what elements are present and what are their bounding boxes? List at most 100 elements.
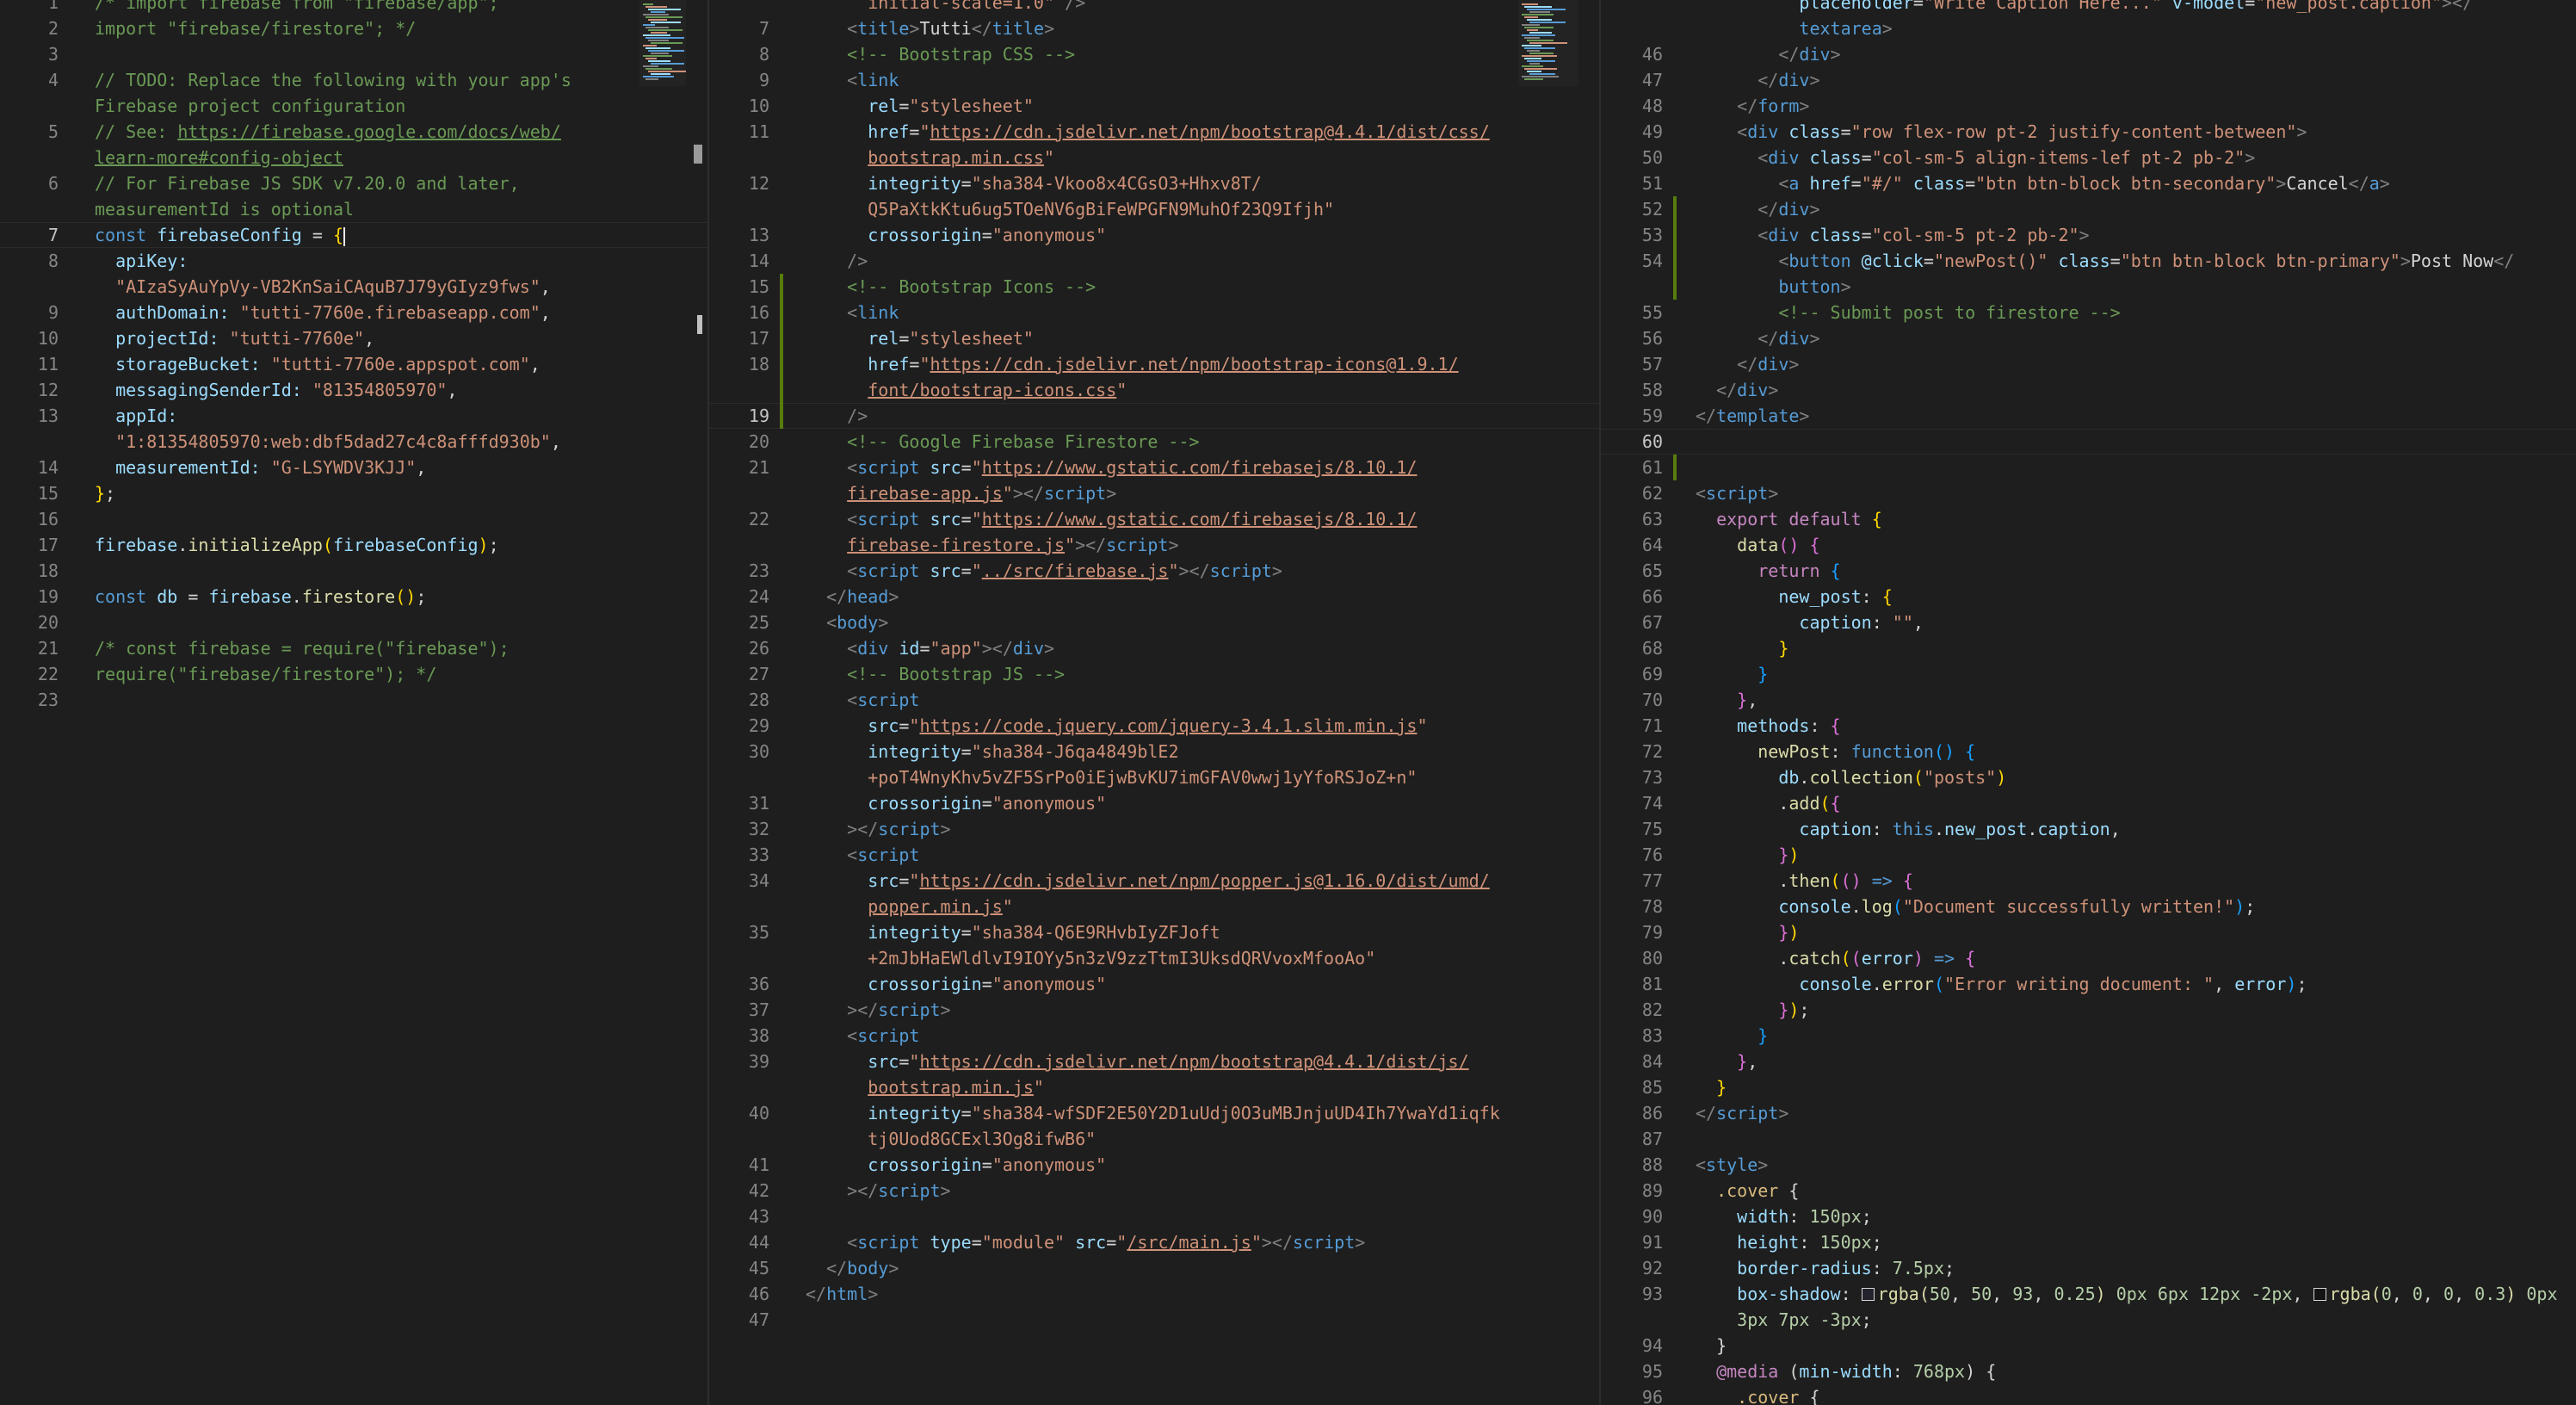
code-line[interactable]: 76 }) xyxy=(1601,842,2576,868)
code-line[interactable]: 45 </body> xyxy=(709,1255,1599,1281)
code-line[interactable]: 68 } xyxy=(1601,635,2576,661)
code-text[interactable]: measurementId: "G-LSYWDV3KJJ", xyxy=(95,455,426,480)
code-line[interactable]: 1 /* import firebase from "firebase/app"; xyxy=(0,0,707,15)
code-line[interactable]: measurementId is optional xyxy=(0,196,707,222)
code-text[interactable]: firebase-app.js"></script> xyxy=(806,480,1116,506)
code-line[interactable]: 10 rel="stylesheet" xyxy=(709,93,1599,119)
code-text[interactable]: font/bootstrap-icons.css" xyxy=(806,377,1127,403)
code-line[interactable]: 18 href="https://cdn.jsdelivr.net/npm/bo… xyxy=(709,351,1599,377)
code-text[interactable]: integrity="sha384-wfSDF2E50Y2D1uUdj0O3uM… xyxy=(806,1100,1500,1126)
code-text[interactable]: <!-- Bootstrap JS --> xyxy=(806,661,1065,687)
code-text[interactable]: href="https://cdn.jsdelivr.net/npm/boots… xyxy=(806,119,1490,145)
code-text[interactable]: @media (min-width: 768px) { xyxy=(1696,1359,1996,1384)
code-line[interactable]: 50 <div class="col-sm-5 align-items-lef … xyxy=(1601,145,2576,170)
code-line[interactable]: 12 integrity="sha384-Vkoo8x4CGsO3+Hhxv8T… xyxy=(709,170,1599,196)
code-line[interactable]: 58 </div> xyxy=(1601,377,2576,403)
code-line[interactable]: 84 }, xyxy=(1601,1049,2576,1074)
code-line[interactable]: 73 db.collection("posts") xyxy=(1601,764,2576,790)
code-text[interactable]: integrity="sha384-Q6E9RHvbIyZFJoft xyxy=(806,919,1220,945)
code-text[interactable]: height: 150px; xyxy=(1696,1229,1882,1255)
code-line[interactable]: 92 border-radius: 7.5px; xyxy=(1601,1255,2576,1281)
code-text[interactable]: const db = firebase.firestore(); xyxy=(95,584,426,610)
code-text[interactable]: initial-scale=1.0" /> xyxy=(806,0,1085,15)
code-line[interactable]: +poT4WnyKhv5vZF5SrPo0iEjwBvKU7imGFAV0wwj… xyxy=(709,764,1599,790)
code-line[interactable]: 47 </div> xyxy=(1601,67,2576,93)
code-text[interactable]: caption: this.new_post.caption, xyxy=(1696,816,2120,842)
code-text[interactable]: src="https://cdn.jsdelivr.net/npm/bootst… xyxy=(806,1049,1468,1074)
code-line[interactable]: 11 storageBucket: "tutti-7760e.appspot.c… xyxy=(0,351,707,377)
code-text[interactable]: "AIzaSyAuYpVy-VB2KnSaiCAquB7J79yGIyz9fws… xyxy=(95,274,551,300)
code-line[interactable]: 82 }); xyxy=(1601,997,2576,1023)
code-text[interactable]: </form> xyxy=(1696,93,1809,119)
code-line[interactable]: 29 src="https://code.jquery.com/jquery-3… xyxy=(709,713,1599,739)
code-text[interactable]: <link xyxy=(806,67,899,93)
code-line[interactable]: 46 </div> xyxy=(1601,41,2576,67)
code-text[interactable]: border-radius: 7.5px; xyxy=(1696,1255,1955,1281)
code-text[interactable]: <div class="col-sm-5 pt-2 pb-2"> xyxy=(1696,222,2089,248)
code-line[interactable]: 77 .then(() => { xyxy=(1601,868,2576,894)
editor-pane-firebase-js[interactable]: 1 /* import firebase from "firebase/app";… xyxy=(0,0,707,1405)
code-text[interactable]: <script src="https://www.gstatic.com/fir… xyxy=(806,455,1417,480)
code-text[interactable]: .cover { xyxy=(1696,1178,1799,1204)
code-text[interactable]: placeholder="Write Caption Here..." v-mo… xyxy=(1696,0,2473,15)
code-text[interactable]: <!-- Submit post to firestore --> xyxy=(1696,300,2120,325)
code-line[interactable]: learn-more#config-object xyxy=(0,145,707,170)
code-line[interactable]: 21 /* const firebase = require("firebase"… xyxy=(0,635,707,661)
color-swatch-icon[interactable] xyxy=(2313,1288,2326,1301)
code-line[interactable]: 43 xyxy=(709,1204,1599,1229)
code-text[interactable]: width: 150px; xyxy=(1696,1204,1872,1229)
code-line[interactable]: 81 console.error("Error writing document… xyxy=(1601,971,2576,997)
code-line[interactable]: 27 <!-- Bootstrap JS --> xyxy=(709,661,1599,687)
code-text[interactable]: learn-more#config-object xyxy=(95,145,343,170)
editor-pane-index-html[interactable]: initial-scale=1.0" /> 7 <title>Tutti</tit… xyxy=(709,0,1599,1405)
code-text[interactable]: /* const firebase = require("firebase"); xyxy=(95,635,510,661)
code-line[interactable]: "1:81354805970:web:dbf5dad27c4c8afffd930… xyxy=(0,429,707,455)
code-text[interactable]: <style> xyxy=(1696,1152,1768,1178)
code-line[interactable]: 59 </template> xyxy=(1601,403,2576,429)
code-text[interactable]: .catch((error) => { xyxy=(1696,945,1975,971)
code-text[interactable]: <title>Tutti</title> xyxy=(806,15,1054,41)
code-line[interactable]: 16 <link xyxy=(709,300,1599,325)
code-text[interactable]: ></script> xyxy=(806,816,950,842)
code-text[interactable]: } xyxy=(1696,1023,1768,1049)
code-text[interactable]: import "firebase/firestore"; */ xyxy=(95,15,416,41)
code-line[interactable]: 66 new_post: { xyxy=(1601,584,2576,610)
code-text[interactable]: popper.min.js" xyxy=(806,894,1013,919)
code-line[interactable]: 64 data() { xyxy=(1601,532,2576,558)
code-line[interactable]: 6 // For Firebase JS SDK v7.20.0 and late… xyxy=(0,170,707,196)
code-text[interactable]: authDomain: "tutti-7760e.firebaseapp.com… xyxy=(95,300,551,325)
code-text[interactable]: } xyxy=(1696,661,1768,687)
code-line[interactable]: 8 apiKey: xyxy=(0,248,707,274)
code-line[interactable]: 4 // TODO: Replace the following with you… xyxy=(0,67,707,93)
scrollbar-marker[interactable] xyxy=(694,145,702,164)
code-line[interactable]: 3 xyxy=(0,41,707,67)
code-line[interactable]: 17 firebase.initializeApp(firebaseConfig)… xyxy=(0,532,707,558)
code-line[interactable]: 51 <a href="#/" class="btn btn-block btn… xyxy=(1601,170,2576,196)
code-text[interactable]: newPost: function() { xyxy=(1696,739,1975,764)
code-text[interactable]: integrity="sha384-Vkoo8x4CGsO3+Hhxv8T/ xyxy=(806,170,1262,196)
code-text[interactable]: textarea> xyxy=(1696,15,1892,41)
code-line[interactable]: "AIzaSyAuYpVy-VB2KnSaiCAquB7J79yGIyz9fws… xyxy=(0,274,707,300)
code-line[interactable]: 31 crossorigin="anonymous" xyxy=(709,790,1599,816)
code-line[interactable]: 22 <script src="https://www.gstatic.com/… xyxy=(709,506,1599,532)
code-line[interactable]: 85 } xyxy=(1601,1074,2576,1100)
code-text[interactable]: // For Firebase JS SDK v7.20.0 and later… xyxy=(95,170,520,196)
code-text[interactable]: /> xyxy=(806,248,868,274)
code-text[interactable]: <link xyxy=(806,300,899,325)
code-text[interactable]: +poT4WnyKhv5vZF5SrPo0iEjwBvKU7imGFAV0wwj… xyxy=(806,764,1417,790)
code-line[interactable]: 40 integrity="sha384-wfSDF2E50Y2D1uUdj0O… xyxy=(709,1100,1599,1126)
code-text[interactable]: measurementId is optional xyxy=(95,196,354,222)
code-text[interactable]: projectId: "tutti-7760e", xyxy=(95,325,374,351)
code-line[interactable]: 18 xyxy=(0,558,707,584)
code-line[interactable]: 19 const db = firebase.firestore(); xyxy=(0,584,707,610)
code-line[interactable]: 7 <title>Tutti</title> xyxy=(709,15,1599,41)
code-line[interactable]: 56 </div> xyxy=(1601,325,2576,351)
code-text[interactable]: crossorigin="anonymous" xyxy=(806,971,1106,997)
code-text[interactable]: .cover { xyxy=(1696,1384,1819,1405)
code-line[interactable]: 38 <script xyxy=(709,1023,1599,1049)
code-text[interactable]: }) xyxy=(1696,919,1799,945)
code-text[interactable]: rel="stylesheet" xyxy=(806,93,1034,119)
code-line[interactable]: 57 </div> xyxy=(1601,351,2576,377)
code-line[interactable]: 94 } xyxy=(1601,1333,2576,1359)
code-line[interactable]: Firebase project configuration xyxy=(0,93,707,119)
